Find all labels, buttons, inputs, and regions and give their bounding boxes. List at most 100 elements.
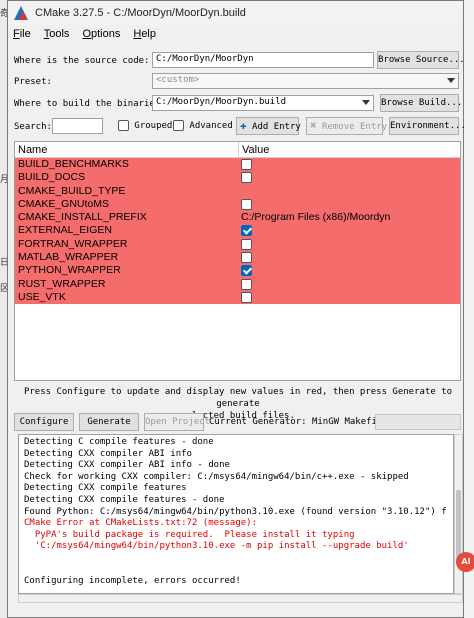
log-horizontal-scrollbar[interactable]: [18, 594, 463, 603]
variable-value-checkbox-cell[interactable]: [239, 198, 460, 211]
open-project-button[interactable]: Open Project: [144, 413, 210, 431]
environment-button[interactable]: Environment...: [389, 117, 466, 135]
menu-file[interactable]: File: [13, 28, 31, 40]
preset-value: <custom>: [156, 75, 200, 85]
table-row[interactable]: FORTRAN_WRAPPER: [15, 237, 460, 252]
generate-button[interactable]: Generate: [79, 413, 139, 431]
source-path-input[interactable]: C:/MoorDyn/MoorDyn: [152, 52, 374, 68]
value-checkbox[interactable]: [241, 225, 252, 237]
log-line: Detecting C compile features - done: [24, 437, 214, 447]
menu-bar: File Tools Options Help: [8, 25, 463, 43]
column-value-header[interactable]: Value: [239, 142, 269, 157]
value-checkbox[interactable]: [241, 265, 252, 277]
log-line: Detecting CXX compiler ABI info - done: [24, 460, 230, 471]
build-path-value: C:/MoorDyn/MoorDyn.build: [156, 97, 287, 107]
table-header: Name Value: [15, 142, 460, 158]
table-row[interactable]: CMAKE_INSTALL_PREFIX C:/Program Files (x8…: [15, 211, 460, 225]
variable-name: CMAKE_INSTALL_PREFIX: [18, 211, 147, 224]
variable-value-checkbox-cell[interactable]: [239, 171, 460, 184]
chevron-down-icon: [362, 100, 370, 105]
ai-assistant-badge[interactable]: AI: [456, 552, 474, 572]
menu-options[interactable]: Options: [82, 28, 120, 40]
variable-value-checkbox-cell[interactable]: [239, 238, 460, 251]
variable-name: BUILD_DOCS: [18, 171, 86, 184]
table-row[interactable]: BUILD_DOCS: [15, 171, 460, 185]
browse-source-button[interactable]: Browse Source...: [377, 51, 465, 69]
variable-name: CMAKE_GNUtoMS: [18, 197, 110, 210]
log-line: Detecting CXX compile features: [24, 483, 187, 494]
build-label: Where to build the binaries:: [14, 99, 166, 109]
window-title: CMake 3.27.5 - C:/MoorDyn/MoorDyn.build: [35, 7, 246, 19]
table-row[interactable]: CMAKE_BUILD_TYPE: [15, 184, 460, 198]
variable-name: USE_VTK: [18, 290, 66, 303]
cmake-logo-icon: [14, 6, 28, 20]
variable-value-checkbox-cell[interactable]: [239, 224, 460, 237]
variable-value-checkbox-cell[interactable]: [239, 251, 460, 264]
remove-icon: ✖: [310, 119, 317, 132]
menu-tools[interactable]: Tools: [44, 28, 70, 40]
table-row[interactable]: PYTHON_WRAPPER: [15, 264, 460, 278]
preset-label: Preset:: [14, 77, 52, 87]
plus-icon: ✚: [240, 119, 247, 132]
current-generator-text: Current Generator: MinGW Makefiles: [209, 417, 394, 427]
generator-progress-bar: [375, 414, 461, 430]
advanced-label: Advanced: [189, 121, 233, 131]
value-checkbox[interactable]: [241, 291, 252, 303]
advanced-option[interactable]: Advanced: [173, 120, 233, 131]
log-line: Found Python: C:/msys64/mingw64/bin/pyth…: [24, 506, 447, 517]
source-label: Where is the source code:: [14, 56, 150, 66]
table-row[interactable]: CMAKE_GNUtoMS: [15, 197, 460, 212]
value-checkbox[interactable]: [241, 159, 252, 170]
table-row[interactable]: MATLAB_WRAPPER: [15, 251, 460, 265]
variable-name: FORTRAN_WRAPPER: [18, 237, 128, 250]
table-row[interactable]: USE_VTK: [15, 290, 460, 305]
log-line: CMake Error at CMakeLists.txt:72 (messag…: [24, 518, 257, 529]
build-path-combo[interactable]: C:/MoorDyn/MoorDyn.build: [152, 95, 374, 111]
title-bar[interactable]: CMake 3.27.5 - C:/MoorDyn/MoorDyn.build: [8, 1, 463, 25]
log-line: 'C:/msys64/mingw64/bin/python3.10.exe -m…: [24, 541, 409, 552]
value-checkbox[interactable]: [241, 198, 252, 210]
variable-name: CMAKE_BUILD_TYPE: [18, 184, 126, 197]
log-line: Detecting CXX compiler ABI info: [24, 448, 192, 459]
scrollbar-thumb[interactable]: [456, 490, 461, 560]
column-name-header[interactable]: Name: [15, 142, 239, 157]
log-line: PyPA's build package is required. Please…: [24, 529, 355, 540]
cache-variables-table: Name Value BUILD_BENCHMARKS BUILD_DOCS CMA…: [14, 141, 461, 381]
variable-name: BUILD_BENCHMARKS: [18, 158, 129, 170]
menu-help[interactable]: Help: [133, 28, 156, 40]
variable-value[interactable]: C:/Program Files (x86)/Moordyn: [239, 211, 460, 224]
preset-combo[interactable]: <custom>: [152, 73, 459, 89]
value-checkbox[interactable]: [241, 172, 252, 184]
chevron-down-icon: [447, 78, 455, 83]
variable-value-checkbox-cell[interactable]: [239, 264, 460, 277]
table-row[interactable]: BUILD_BENCHMARKS: [15, 158, 460, 172]
variable-value-checkbox-cell[interactable]: [239, 158, 460, 171]
variable-value[interactable]: [239, 185, 460, 198]
variable-name: PYTHON_WRAPPER: [18, 264, 121, 277]
browse-build-button[interactable]: Browse Build...: [380, 94, 462, 112]
value-checkbox[interactable]: [241, 278, 252, 290]
table-body: BUILD_BENCHMARKS BUILD_DOCS CMAKE_BUILD_TY…: [15, 158, 460, 305]
grouped-option[interactable]: Grouped: [118, 120, 172, 131]
log-line: Detecting CXX compile features - done: [24, 494, 225, 505]
table-row[interactable]: EXTERNAL_EIGEN: [15, 224, 460, 238]
remove-entry-button[interactable]: ✖ Remove Entry: [306, 117, 387, 135]
cmake-window: CMake 3.27.5 - C:/MoorDyn/MoorDyn.build …: [7, 0, 466, 618]
grouped-checkbox[interactable]: [118, 120, 129, 131]
configure-button[interactable]: Configure: [14, 413, 74, 431]
output-log[interactable]: Detecting C compile features - done Detec…: [18, 434, 454, 594]
variable-value-checkbox-cell[interactable]: [239, 278, 460, 291]
search-label: Search:: [14, 122, 52, 132]
variable-name: EXTERNAL_EIGEN: [18, 224, 112, 237]
value-checkbox[interactable]: [241, 238, 252, 250]
variable-value-checkbox-cell[interactable]: [239, 291, 460, 304]
advanced-checkbox[interactable]: [173, 120, 184, 131]
log-line: Check for working CXX compiler: C:/msys6…: [24, 471, 409, 482]
value-checkbox[interactable]: [241, 252, 252, 264]
add-entry-button[interactable]: ✚ Add Entry: [236, 117, 301, 135]
search-input[interactable]: [52, 118, 103, 134]
table-row[interactable]: RUST_WRAPPER: [15, 277, 460, 291]
variable-name: RUST_WRAPPER: [18, 277, 106, 290]
